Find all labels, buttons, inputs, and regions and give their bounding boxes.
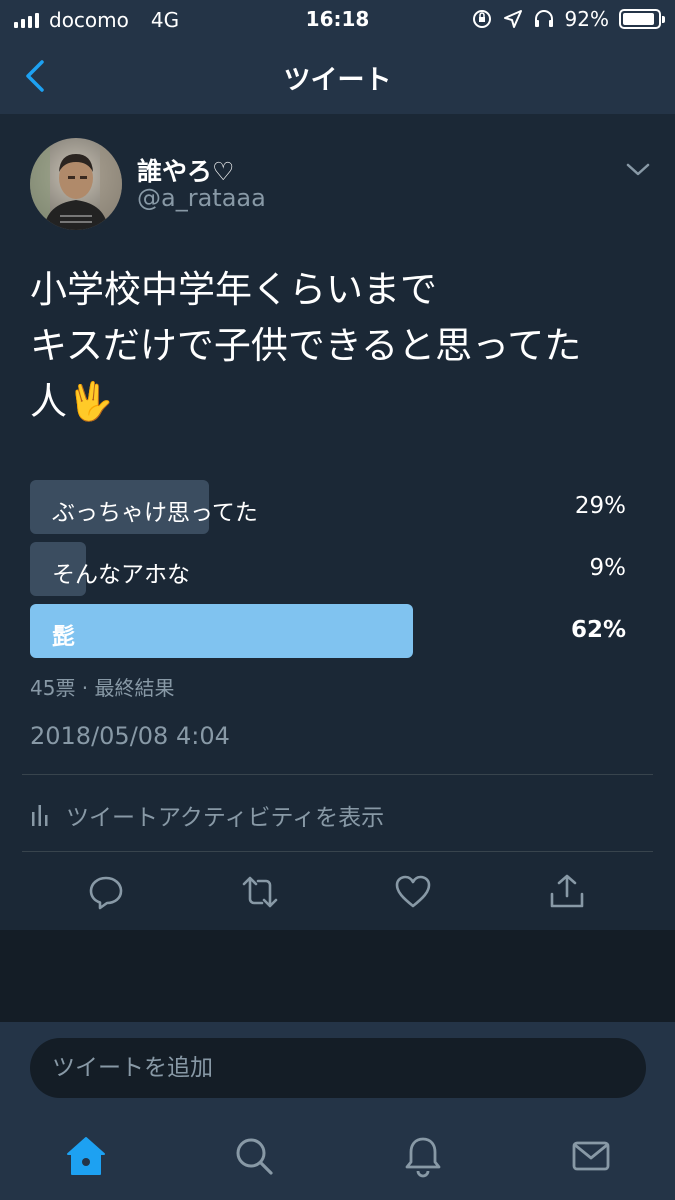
orientation-lock-icon	[472, 10, 491, 28]
poll-option-label: 髭	[52, 624, 75, 650]
like-heart-icon[interactable]	[393, 872, 433, 912]
retweet-icon[interactable]	[240, 872, 280, 912]
share-icon[interactable]	[547, 872, 587, 912]
reply-input[interactable]	[30, 1038, 646, 1098]
poll-bar	[30, 604, 413, 658]
display-name[interactable]: 誰やろ♡	[137, 152, 234, 188]
poll-option-percent: 9%	[589, 555, 627, 581]
divider	[22, 774, 653, 775]
reply-compose-bar	[0, 1022, 675, 1116]
avatar[interactable]	[30, 138, 122, 230]
poll-option-label: ぶっちゃけ思ってた	[52, 500, 258, 526]
reply-icon[interactable]	[86, 872, 126, 912]
poll-option-winner: 髭 62%	[30, 604, 630, 658]
user-handle[interactable]: @a_rataaa	[137, 184, 266, 212]
battery-percent: 92%	[564, 7, 609, 31]
divider	[22, 851, 653, 852]
activity-label: ツイートアクティビティを表示	[66, 805, 385, 831]
poll-option: そんなアホな 9%	[30, 542, 630, 596]
status-bar: docomo 4G 16:18 92%	[0, 0, 675, 38]
page-title: ツイート	[283, 65, 392, 96]
tweet-timestamp: 2018/05/08 4:04	[30, 722, 230, 750]
tweet-text-line: 小学校中学年くらいまで	[30, 268, 437, 311]
tweet-text-line: 人🖖	[30, 380, 114, 423]
poll-option: ぶっちゃけ思ってた 29%	[30, 480, 630, 534]
search-icon[interactable]	[232, 1134, 276, 1178]
navigation-bar: ツイート	[0, 38, 675, 114]
avatar-image	[30, 138, 122, 230]
poll-option-percent: 62%	[570, 617, 626, 643]
chevron-down-icon[interactable]	[623, 160, 653, 180]
headphones-icon	[534, 10, 553, 27]
tweet-actions	[0, 854, 675, 930]
home-icon[interactable]	[64, 1134, 108, 1178]
tweet-activity-link[interactable]: ツイートアクティビティを表示	[30, 798, 384, 832]
notifications-bell-icon[interactable]	[401, 1134, 445, 1178]
tab-bar	[0, 1116, 675, 1200]
battery-icon	[619, 9, 665, 29]
tweet-card: 誰やろ♡ @a_rataaa 小学校中学年くらいまで キスだけで子供できると思っ…	[0, 114, 675, 930]
messages-envelope-icon[interactable]	[569, 1134, 613, 1178]
poll-option-percent: 29%	[574, 493, 626, 519]
poll-meta: 45票 · 最終結果	[30, 676, 175, 700]
tweet-text: 小学校中学年くらいまで キスだけで子供できると思ってた 人🖖	[30, 262, 645, 430]
status-right: 92%	[471, 7, 665, 31]
poll-option-label: そんなアホな	[52, 562, 190, 588]
tweet-text-line: キスだけで子供できると思ってた	[30, 324, 582, 367]
poll: ぶっちゃけ思ってた 29% そんなアホな 9% 髭 62%	[30, 480, 630, 666]
location-icon	[503, 10, 522, 28]
activity-bars-icon	[32, 805, 48, 826]
